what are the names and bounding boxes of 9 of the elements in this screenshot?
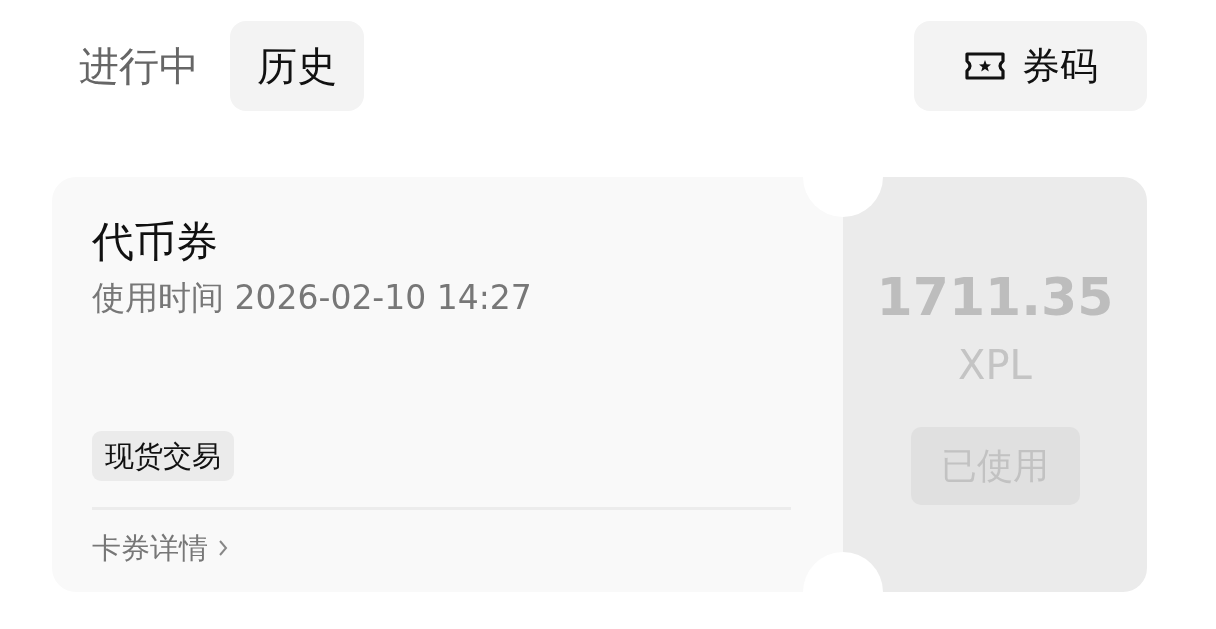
ticket-icon (963, 51, 1006, 81)
category-tag: 现货交易 (92, 431, 234, 481)
tab[interactable]: 历史 (230, 21, 364, 111)
chevron-right-icon (218, 539, 228, 557)
used-time: 使用时间 2026-02-10 14:27 (92, 277, 533, 319)
tab[interactable]: 进行中 (52, 21, 226, 111)
details-link[interactable]: 卡券详情 (92, 526, 791, 570)
coupon-title: 代币券 (92, 216, 219, 268)
voucher-code-button[interactable]: 券码 (914, 21, 1147, 111)
